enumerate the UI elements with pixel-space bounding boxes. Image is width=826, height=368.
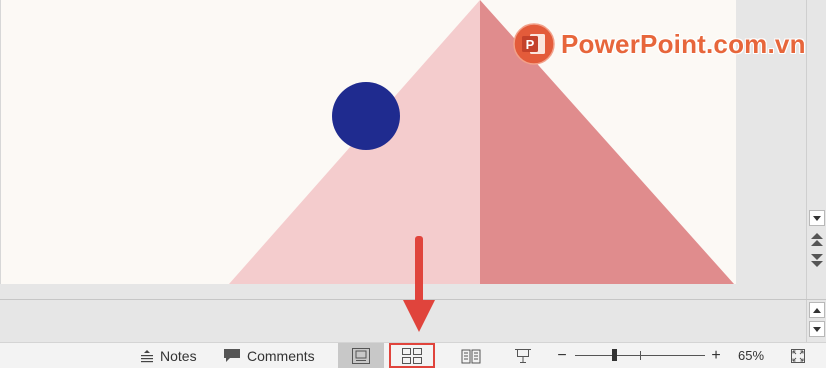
normal-view-icon [352,347,370,364]
chevron-up-icon [813,307,821,313]
chevron-down-icon [813,326,821,332]
comments-button[interactable]: Comments [223,343,315,368]
normal-view-button[interactable] [338,343,384,368]
next-slide-button[interactable] [810,252,824,268]
zoom-slider-thumb[interactable] [612,349,617,361]
chevron-down-icon [813,215,821,221]
reading-view-icon [461,349,481,363]
notes-icon [141,349,153,362]
logo-letter: P [526,37,535,52]
notes-button[interactable]: Notes [140,343,197,368]
notes-scroll-down-button[interactable] [809,321,825,337]
zoom-level[interactable]: 65% [738,343,764,368]
comment-bubble-icon [224,349,240,362]
slide-sorter-icon [402,347,422,364]
notes-scrollbar[interactable] [806,300,826,342]
scroll-down-button[interactable] [809,210,825,226]
watermark-text: PowerPoint.com.vn [561,28,806,59]
powerpoint-logo-icon: P [513,23,555,65]
notes-label: Notes [160,347,197,364]
comments-label: Comments [247,347,315,364]
fit-to-window-icon [791,348,805,363]
zoom-in-button[interactable]: + [709,343,723,368]
vertical-scrollbar[interactable] [806,0,826,299]
double-down-arrow-icon [811,254,823,267]
previous-slide-button[interactable] [810,232,824,248]
status-bar: Notes Comments − + 65% [0,342,826,368]
double-up-arrow-icon [811,233,823,246]
slideshow-button[interactable] [500,343,546,368]
zoom-out-button[interactable]: − [555,343,569,368]
notes-scroll-up-button[interactable] [809,302,825,318]
slide-sorter-view-button[interactable] [389,343,435,368]
fit-slide-button[interactable] [790,343,806,368]
watermark: P PowerPoint.com.vn [513,23,806,65]
slideshow-icon [515,348,531,363]
red-arrow-annotation [403,236,435,332]
circle-shape[interactable] [332,82,400,150]
zoom-slider-center-mark [640,351,641,360]
reading-view-button[interactable] [448,343,494,368]
